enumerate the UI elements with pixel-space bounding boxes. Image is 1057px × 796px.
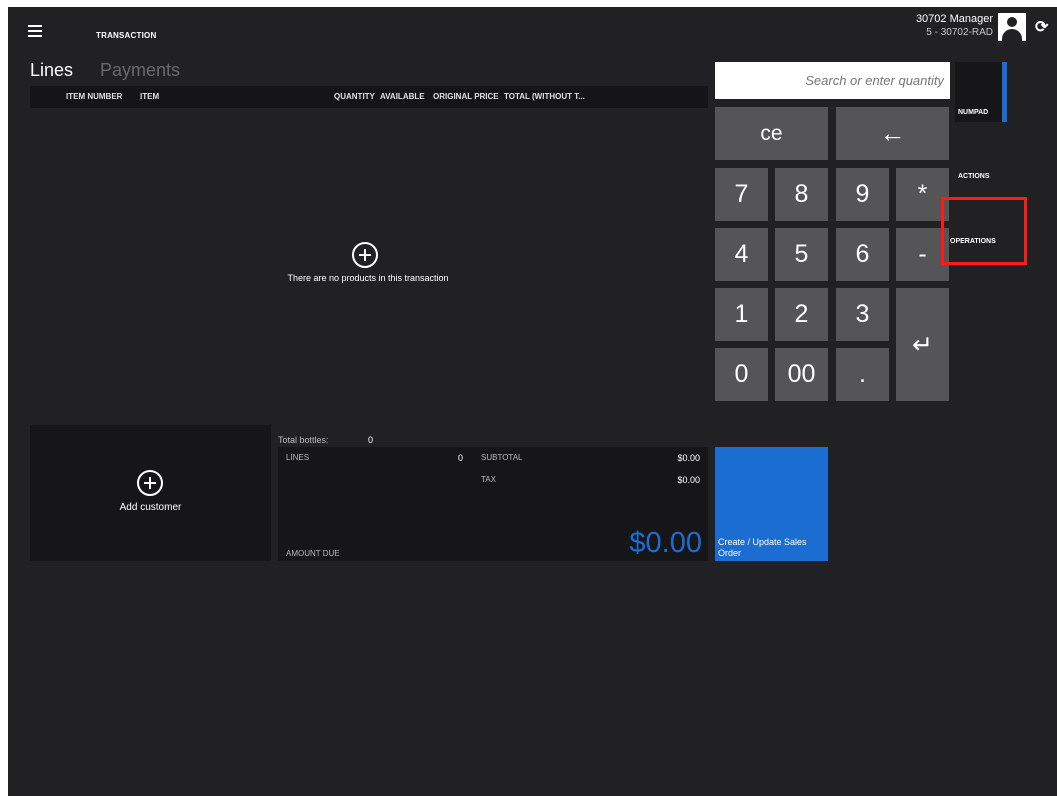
create-sales-order-label: Create / Update Sales Order	[718, 537, 807, 558]
total-bottles-label: Total bottles:	[278, 435, 329, 445]
subtotal-label: SUBTOTAL	[481, 453, 523, 462]
side-tab-numpad[interactable]: NUMPAD	[958, 109, 988, 116]
key-5[interactable]: 5	[775, 228, 828, 281]
key-2[interactable]: 2	[775, 288, 828, 341]
side-tab-actions[interactable]: ACTIONS	[958, 173, 990, 180]
active-tab-indicator	[1002, 62, 1007, 122]
column-total[interactable]: TOTAL (WITHOUT T...	[504, 92, 585, 101]
key-0[interactable]: 0	[715, 348, 768, 401]
tab-lines[interactable]: Lines	[30, 60, 73, 81]
search-field[interactable]	[715, 62, 950, 99]
lines-label: LINES	[286, 453, 310, 462]
subtotal-value: $0.00	[677, 453, 700, 463]
page-title: TRANSACTION	[96, 31, 157, 40]
empty-lines-message: There are no products in this transactio…	[287, 273, 449, 283]
key-4[interactable]: 4	[715, 228, 768, 281]
key-decimal[interactable]: .	[836, 348, 889, 401]
operations-highlight-box	[941, 197, 1027, 265]
key-3[interactable]: 3	[836, 288, 889, 341]
key-00[interactable]: 00	[775, 348, 828, 401]
tax-value: $0.00	[677, 475, 700, 485]
key-8[interactable]: 8	[775, 168, 828, 221]
add-customer-label: Add customer	[119, 502, 182, 513]
search-input[interactable]	[715, 62, 950, 99]
pos-app: TRANSACTION 30702 Manager 5 - 30702-RAD …	[8, 7, 1057, 796]
user-name: 30702 Manager	[915, 13, 993, 25]
amount-due-label: AMOUNT DUE	[286, 549, 340, 558]
column-available[interactable]: AVAILABLE	[380, 92, 425, 101]
enter-button[interactable]: ↵	[896, 288, 949, 401]
key-7[interactable]: 7	[715, 168, 768, 221]
store-id: 5 - 30702-RAD	[926, 27, 993, 38]
lines-value: 0	[458, 453, 464, 463]
column-original-price[interactable]: ORIGINAL PRICE	[433, 92, 499, 101]
column-quantity[interactable]: QUANTITY	[334, 92, 375, 101]
add-customer-icon[interactable]	[137, 470, 163, 496]
refresh-icon[interactable]: ⟳	[1035, 17, 1048, 37]
key-9[interactable]: 9	[836, 168, 889, 221]
total-bottles-value: 0	[368, 435, 374, 445]
totals-panel: LINES 0 SUBTOTAL $0.00 TAX $0.00 AMOUNT …	[278, 447, 708, 561]
key-1[interactable]: 1	[715, 288, 768, 341]
key-6[interactable]: 6	[836, 228, 889, 281]
amount-due-value: $0.00	[629, 527, 702, 559]
column-item[interactable]: ITEM	[140, 92, 159, 101]
tax-label: TAX	[481, 475, 496, 484]
avatar-icon[interactable]	[998, 13, 1026, 41]
add-customer-panel[interactable]: Add customer	[30, 425, 271, 561]
column-item-number[interactable]: ITEM NUMBER	[66, 92, 122, 101]
tab-payments[interactable]: Payments	[100, 60, 180, 81]
hamburger-icon[interactable]	[28, 25, 42, 37]
clear-entry-button[interactable]: ce	[715, 107, 828, 160]
add-product-icon[interactable]	[352, 242, 378, 268]
backspace-button[interactable]: ←	[836, 107, 949, 160]
create-sales-order-button[interactable]: Create / Update Sales Order	[715, 447, 828, 561]
lines-grid-header: ITEM NUMBER ITEM QUANTITY AVAILABLE ORIG…	[30, 86, 708, 108]
